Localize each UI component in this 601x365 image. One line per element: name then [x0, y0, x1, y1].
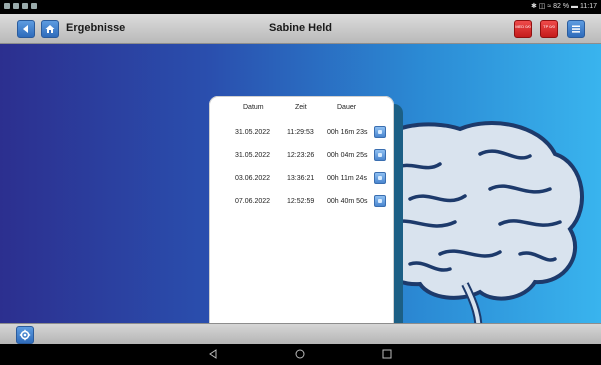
- detail-icon: [378, 153, 382, 157]
- nav-home-icon[interactable]: [295, 349, 305, 359]
- app-header: Ergebnisse Sabine Held MED 0/0 TP 0/0: [0, 14, 601, 44]
- med-button-label: MED 0/0: [515, 24, 531, 29]
- system-status: ✱ ◫ ≈ 82 % ▬ 11:17: [531, 3, 597, 10]
- nav-back-icon[interactable]: [208, 349, 218, 359]
- detail-icon: [378, 176, 382, 180]
- result-detail-button[interactable]: [374, 172, 386, 184]
- detail-icon: [378, 199, 382, 203]
- menu-icon: [572, 25, 580, 33]
- result-duration: 00h 04m 25s: [327, 152, 368, 159]
- result-date: 31.05.2022: [235, 152, 271, 159]
- result-time: 11:29:53: [287, 129, 314, 136]
- back-arrow-icon: [23, 25, 28, 33]
- result-date: 07.06.2022: [235, 198, 271, 205]
- detail-icon: [378, 130, 382, 134]
- result-date: 31.05.2022: [235, 129, 271, 136]
- result-detail-button[interactable]: [374, 126, 386, 138]
- tp-button-label: TP 0/0: [543, 24, 555, 29]
- result-time: 12:52:59: [287, 198, 315, 205]
- home-icon: [45, 25, 55, 33]
- result-time: 12:23:26: [287, 152, 315, 159]
- notification-icons: [4, 3, 37, 9]
- column-header-time: Zeit: [295, 104, 307, 111]
- bottom-toolbar: [0, 323, 601, 344]
- nav-recents-icon[interactable]: [382, 349, 392, 359]
- gear-icon: [19, 329, 31, 341]
- result-row: 03.06.2022 13:36:21 00h 11m 24s: [209, 172, 394, 186]
- tp-button[interactable]: TP 0/0: [540, 20, 558, 38]
- column-header-duration: Dauer: [337, 104, 357, 111]
- notification-icon: [31, 3, 37, 9]
- app-screen: ✱ ◫ ≈ 82 % ▬ 11:17 Ergebnisse Sabine Hel…: [0, 0, 601, 365]
- result-row: 31.05.2022 11:29:53 00h 16m 23s: [209, 126, 394, 140]
- result-time: 13:36:21: [287, 175, 315, 182]
- page-title: Ergebnisse: [66, 22, 126, 34]
- android-status-bar: ✱ ◫ ≈ 82 % ▬ 11:17: [0, 0, 601, 14]
- notification-icon: [22, 3, 28, 9]
- back-button[interactable]: [17, 20, 35, 38]
- result-detail-button[interactable]: [374, 149, 386, 161]
- result-date: 03.06.2022: [235, 175, 271, 182]
- content-area: Datum Zeit Dauer 31.05.2022 11:29:53 00h…: [0, 44, 601, 323]
- med-button[interactable]: MED 0/0: [514, 20, 532, 38]
- column-header-date: Datum: [243, 104, 264, 111]
- result-duration: 00h 11m 24s: [327, 175, 367, 182]
- settings-button[interactable]: [16, 326, 34, 344]
- result-duration: 00h 16m 23s: [327, 129, 368, 136]
- notification-icon: [13, 3, 19, 9]
- home-button[interactable]: [41, 20, 59, 38]
- menu-button[interactable]: [567, 20, 585, 38]
- result-row: 31.05.2022 12:23:26 00h 04m 25s: [209, 149, 394, 163]
- results-card: Datum Zeit Dauer 31.05.2022 11:29:53 00h…: [209, 96, 394, 323]
- android-nav-bar: [0, 344, 601, 365]
- result-duration: 00h 40m 50s: [327, 198, 368, 205]
- result-detail-button[interactable]: [374, 195, 386, 207]
- notification-icon: [4, 3, 10, 9]
- result-row: 07.06.2022 12:52:59 00h 40m 50s: [209, 195, 394, 209]
